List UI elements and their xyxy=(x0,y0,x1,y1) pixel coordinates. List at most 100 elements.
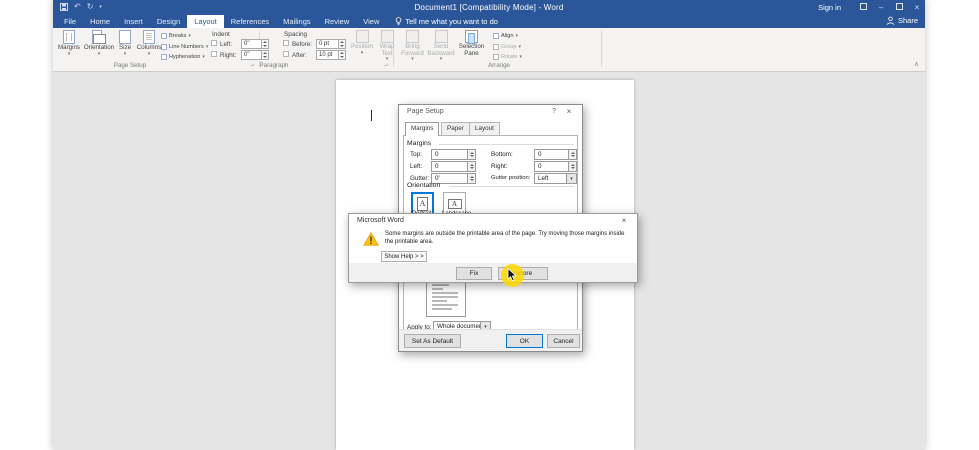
dialog-title: Page Setup xyxy=(407,108,444,115)
spinner-icon[interactable] xyxy=(261,40,268,48)
page-setup-group-label: Page Setup xyxy=(113,62,147,69)
chevron-down-icon: ▾ xyxy=(385,56,389,62)
set-as-default-button[interactable]: Set As Default xyxy=(404,334,461,348)
chevron-down-icon: ▾ xyxy=(360,49,364,56)
columns-icon xyxy=(143,30,155,44)
margins-icon xyxy=(63,30,75,44)
chevron-down-icon: ▾ xyxy=(519,54,522,60)
rotate-button[interactable]: Rotate ▾ xyxy=(493,52,522,62)
tab-view[interactable]: View xyxy=(356,15,386,28)
bring-forward-button[interactable]: Bring Forward ▾ xyxy=(400,30,425,62)
indent-left-icon xyxy=(211,40,217,46)
position-icon xyxy=(355,30,369,43)
hyphenation-button[interactable]: Hyphenation ▾ xyxy=(161,52,208,62)
close-icon[interactable]: × xyxy=(911,2,923,13)
top-label: Top: xyxy=(410,151,422,158)
spinner-icon[interactable] xyxy=(338,51,345,59)
right-margin-input[interactable]: 0 xyxy=(534,161,577,172)
align-icon xyxy=(493,33,499,39)
gutter-position-dropdown[interactable]: Left ▾ xyxy=(534,173,577,184)
spacing-before-label: Before: xyxy=(292,40,312,48)
spinner-icon[interactable] xyxy=(467,162,475,171)
send-backward-icon xyxy=(434,30,448,43)
close-icon[interactable]: × xyxy=(564,107,574,116)
orientation-section-label: Orientation xyxy=(407,182,441,189)
tab-layout[interactable]: Layout xyxy=(187,15,224,28)
paragraph-group-label: Paragraph xyxy=(259,62,289,69)
ribbon-display-options-icon[interactable] xyxy=(857,2,869,13)
size-button[interactable]: Size ▾ xyxy=(116,30,134,56)
landscape-icon: A xyxy=(447,198,462,209)
spacing-before-input[interactable]: 0 pt xyxy=(316,39,346,49)
wrap-text-button[interactable]: Wrap Text ▾ xyxy=(376,30,398,62)
bottom-margin-input[interactable]: 0 xyxy=(534,149,577,160)
help-icon[interactable]: ? xyxy=(552,108,556,115)
margins-section-label: Margins xyxy=(407,140,432,147)
orientation-button[interactable]: Orientation ▾ xyxy=(84,30,114,56)
spinner-icon[interactable] xyxy=(568,162,576,171)
person-icon xyxy=(886,16,895,25)
indent-left-input[interactable]: 0" xyxy=(241,39,269,49)
tab-home[interactable]: Home xyxy=(83,15,117,28)
line-numbers-button[interactable]: Line Numbers ▾ xyxy=(161,42,208,52)
spinner-icon[interactable] xyxy=(467,150,475,159)
spinner-icon[interactable] xyxy=(261,51,268,59)
share-button[interactable]: Share xyxy=(886,16,918,25)
tab-file[interactable]: File xyxy=(57,15,83,28)
dialog-footer xyxy=(349,263,637,282)
restore-icon[interactable] xyxy=(893,2,905,13)
margins-button[interactable]: Margins ▾ xyxy=(56,30,82,56)
indent-right-label: Right: xyxy=(220,51,237,59)
tab-mailings[interactable]: Mailings xyxy=(276,15,318,28)
tab-references[interactable]: References xyxy=(224,15,276,28)
position-button[interactable]: Position ▾ xyxy=(350,30,374,61)
spinner-icon[interactable] xyxy=(467,174,475,183)
selection-pane-button[interactable]: Selection Pane xyxy=(457,30,486,61)
tab-insert[interactable]: Insert xyxy=(117,15,150,28)
text-caret xyxy=(371,110,372,121)
ok-button[interactable]: OK xyxy=(506,334,543,348)
tab-review[interactable]: Review xyxy=(318,15,357,28)
group-button[interactable]: Group ▾ xyxy=(493,42,522,52)
close-icon[interactable]: × xyxy=(619,216,629,225)
cancel-button[interactable]: Cancel xyxy=(547,334,580,348)
tell-me-label: Tell me what you want to do xyxy=(405,17,498,26)
breaks-button[interactable]: Breaks ▾ xyxy=(161,31,208,41)
dialog-tab-paper[interactable]: Paper xyxy=(441,122,470,135)
orientation-icon xyxy=(92,30,106,44)
bring-forward-icon xyxy=(406,30,419,43)
screen: ↶ ↻ ▾ Document1 [Compatibility Mode] - W… xyxy=(0,0,979,450)
spinner-icon[interactable] xyxy=(338,40,345,48)
spinner-icon[interactable] xyxy=(568,150,576,159)
dialog-tab-layout[interactable]: Layout xyxy=(469,122,500,135)
chevron-down-icon: ▾ xyxy=(566,174,576,183)
paragraph-dialog-launcher-icon[interactable]: ⌐ xyxy=(384,61,388,68)
gutter-label: Gutter: xyxy=(410,175,430,182)
show-help-button[interactable]: Show Help > > xyxy=(381,251,427,262)
portrait-icon: A xyxy=(417,196,428,211)
top-margin-input[interactable]: 0 xyxy=(431,149,476,160)
arrange-small-buttons: Align ▾ Group ▾ Rotate ▾ xyxy=(493,31,522,62)
group-divider xyxy=(601,31,602,67)
page-setup-small-buttons: Breaks ▾ Line Numbers ▾ Hyphenation ▾ xyxy=(161,31,208,62)
fix-button[interactable]: Fix xyxy=(456,267,492,280)
mouse-cursor-icon xyxy=(507,268,517,282)
collapse-ribbon-icon[interactable]: ∧ xyxy=(914,61,919,68)
indent-left-label: Left: xyxy=(220,40,233,48)
tell-me-box[interactable]: Tell me what you want to do xyxy=(395,15,498,28)
minimize-icon[interactable]: – xyxy=(875,2,887,13)
sign-in-link[interactable]: Sign in xyxy=(818,3,841,12)
tab-design[interactable]: Design xyxy=(150,15,187,28)
spacing-before-icon xyxy=(283,40,289,46)
send-backward-button[interactable]: Send Backward ▾ xyxy=(427,30,455,62)
dialog-tab-margins[interactable]: Margins xyxy=(405,122,440,136)
align-button[interactable]: Align ▾ xyxy=(493,31,522,41)
line-numbers-icon xyxy=(161,43,167,50)
columns-button[interactable]: Columns ▾ xyxy=(136,30,162,56)
breaks-icon xyxy=(161,33,167,39)
indent-right-input[interactable]: 0" xyxy=(241,50,269,60)
left-margin-input[interactable]: 0 xyxy=(431,161,476,172)
spacing-after-input[interactable]: 10 pt xyxy=(316,50,346,60)
spacing-after-icon xyxy=(283,51,289,57)
lightbulb-icon xyxy=(396,17,402,26)
